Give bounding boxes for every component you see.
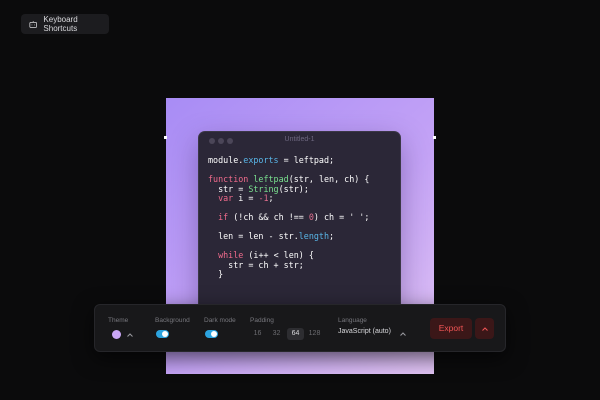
code-token: function [208,174,254,184]
background-label: Background [155,317,190,324]
code-token: var [218,193,234,203]
language-select[interactable]: JavaScript (auto) [338,328,391,335]
code-token: String [248,183,279,194]
background-toggle[interactable] [156,330,169,338]
code-token: if [218,212,229,222]
code-token: } [208,269,224,279]
code-token: exports [243,155,279,165]
dark-mode-label: Dark mode [204,317,236,324]
padding-option-64[interactable]: 64 [287,328,304,340]
code-token: module. [208,155,244,165]
code-token: (!ch && ch !== [228,212,309,222]
code-token: leftpad [253,174,289,184]
chevron-up-icon[interactable] [399,330,407,338]
controls-toolbar: Theme Background Dark mode Padding 16 32 6… [94,304,506,352]
keyboard-icon [29,20,37,28]
code-token: (str); [278,183,309,194]
code-token: i = [233,193,259,203]
code-token: while [218,250,244,260]
code-token: ; [268,193,274,203]
chevron-up-icon [481,326,488,331]
code-line: module.exports = leftpad; [208,155,369,166]
window-title[interactable]: Untitled-1 [199,136,400,143]
window-titlebar: Untitled-1 [199,132,400,150]
code-line: } [208,269,369,280]
code-line: if (!ch && ch !== 0) ch = ' '; [208,212,370,223]
code-token: ; [329,231,335,241]
code-editor[interactable]: module.exports = leftpad; function leftp… [208,155,370,280]
code-token: length [298,231,330,241]
padding-label: Padding [250,317,274,324]
code-line: len = len - str.length; [208,231,369,242]
theme-swatch[interactable] [112,330,121,339]
code-token: = leftpad; [278,155,335,165]
keyboard-shortcuts-button[interactable]: Keyboard Shortcuts [21,14,109,34]
dark-mode-toggle[interactable] [205,330,218,338]
chevron-up-icon[interactable] [126,331,134,339]
code-token: str = ch + str; [208,259,304,270]
resize-handle-right[interactable] [433,136,436,139]
resize-handle-left[interactable] [164,136,167,139]
language-label: Language [338,317,367,324]
code-token: len = len - str. [208,231,299,241]
code-token: ; [364,212,370,222]
padding-option-128[interactable]: 128 [306,328,323,340]
code-token: (i++ < len) { [243,250,314,260]
code-token: ' ' [349,212,365,222]
export-button[interactable]: Export [430,318,472,339]
code-token: ) ch = [313,212,350,222]
padding-option-16[interactable]: 16 [249,328,266,340]
code-token: -1 [258,193,269,203]
code-token: (str, len, ch) { [288,174,370,184]
theme-label: Theme [108,317,129,324]
padding-options: 16 32 64 128 [249,328,323,340]
keyboard-shortcuts-label: Keyboard Shortcuts [43,15,78,33]
code-token: str = [208,183,249,194]
code-line: str = ch + str; [208,259,369,271]
code-window: Untitled-1 module.exports = leftpad; fun… [198,131,401,321]
export-options-button[interactable] [475,318,494,339]
code-line: var i = -1; [208,193,369,204]
padding-option-32[interactable]: 32 [268,328,285,340]
